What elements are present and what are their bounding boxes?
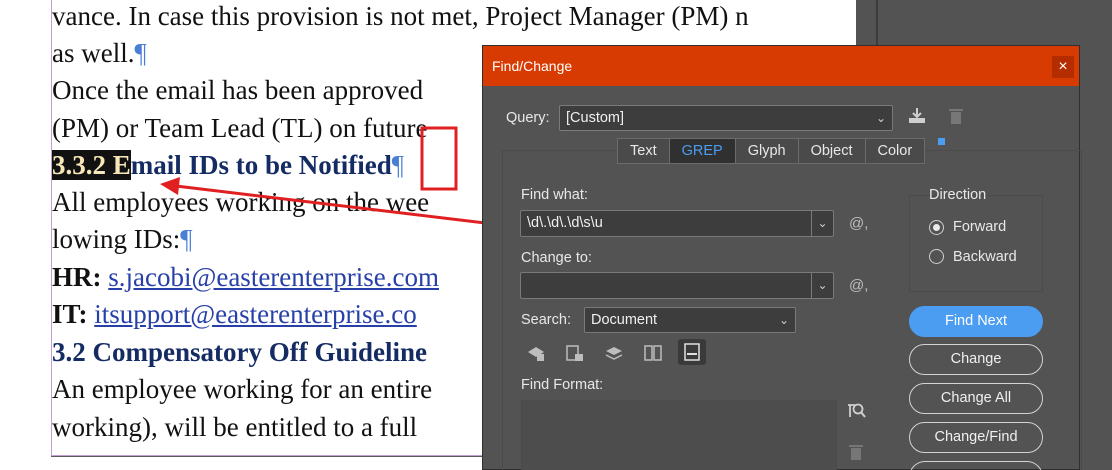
pilcrow-mark: ¶	[391, 150, 404, 180]
text-line: IT: itsupport@easterenterprise.co	[52, 298, 417, 330]
it-email-link[interactable]: itsupport@easterenterprise.co	[94, 299, 417, 329]
heading-line: 3.3.2 Email IDs to be Notified¶	[52, 149, 404, 181]
text-line: working), will be entitled to a full	[52, 412, 418, 442]
change-button[interactable]: Change	[909, 344, 1043, 375]
done-button[interactable]	[909, 461, 1043, 470]
find-what-field[interactable]: \d\.\d\.\d\s\u ⌄	[520, 210, 834, 237]
find-format-label: Find Format:	[521, 377, 604, 393]
special-characters-icon[interactable]: @,	[849, 215, 868, 232]
include-hidden-layers-icon[interactable]	[604, 344, 624, 362]
text-line: HR: s.jacobi@easterenterprise.com	[52, 261, 439, 293]
include-master-pages-icon[interactable]	[643, 344, 663, 362]
include-locked-stories-icon[interactable]	[565, 344, 585, 362]
search-scope-select[interactable]: Document ⌄	[584, 307, 796, 333]
find-next-button[interactable]: Find Next	[909, 306, 1043, 337]
chevron-down-icon: ⌄	[778, 313, 790, 327]
direction-label: Direction	[929, 187, 987, 203]
direction-group	[909, 195, 1043, 292]
include-locked-layers-icon[interactable]	[526, 344, 546, 362]
line-text: as well.	[52, 38, 135, 68]
focus-marker	[938, 138, 945, 145]
direction-backward-label[interactable]: Backward	[953, 249, 1017, 265]
find-what-value[interactable]: \d\.\d\.\d\s\u	[527, 215, 603, 231]
find-what-label: Find what:	[521, 187, 588, 203]
text-line: vance. In case this provision is not met…	[52, 1, 749, 31]
hr-email-link[interactable]: s.jacobi@easterenterprise.com	[108, 262, 439, 292]
tab-color[interactable]: Color	[866, 139, 925, 163]
special-characters-icon[interactable]: @,	[849, 277, 868, 294]
specify-format-icon[interactable]	[846, 402, 866, 420]
tab-object[interactable]: Object	[799, 139, 866, 163]
dialog-title: Find/Change	[492, 58, 573, 74]
clear-format-icon[interactable]	[846, 443, 866, 461]
text-line: All employees working on the wee	[52, 187, 430, 217]
heading-text: mail IDs to be Notified	[130, 150, 392, 180]
query-label: Query:	[506, 110, 550, 126]
text-line: Once the email has been approved	[52, 75, 424, 105]
delete-query-icon[interactable]	[946, 107, 966, 125]
query-select[interactable]: [Custom] ⌄	[559, 105, 893, 131]
tab-text[interactable]: Text	[618, 139, 670, 163]
chevron-down-icon: ⌄	[875, 111, 887, 125]
heading-line: 3.2 Compensatory Off Guideline	[52, 337, 427, 367]
query-value: [Custom]	[566, 110, 625, 126]
change-to-field[interactable]: ⌄	[520, 272, 834, 299]
selected-text[interactable]: 3.3.2 E	[52, 150, 131, 180]
search-label: Search:	[521, 312, 571, 328]
tab-grep[interactable]: GREP	[669, 139, 736, 163]
find-change-dialog[interactable]: Find/Change × Query: [Custom] ⌄ Text GRE…	[482, 45, 1082, 470]
direction-backward-radio[interactable]	[929, 249, 944, 264]
change-find-button[interactable]: Change/Find	[909, 422, 1043, 453]
direction-forward-label[interactable]: Forward	[953, 219, 1006, 235]
text-line: lowing IDs:¶	[52, 223, 192, 255]
save-query-icon[interactable]	[907, 107, 927, 125]
chevron-down-icon[interactable]: ⌄	[811, 273, 833, 298]
include-footnotes-icon	[684, 343, 700, 361]
page-margin	[0, 0, 51, 470]
text-line: as well.¶	[52, 37, 147, 69]
change-all-button[interactable]: Change All	[909, 383, 1043, 414]
include-footnotes-toggle[interactable]	[678, 339, 706, 365]
direction-forward-radio[interactable]	[929, 220, 944, 235]
it-label: IT:	[52, 299, 95, 329]
find-format-box[interactable]	[521, 400, 837, 470]
pilcrow-mark: ¶	[180, 224, 193, 254]
change-to-label: Change to:	[521, 250, 592, 266]
text-line: (PM) or Team Lead (TL) on future	[52, 113, 428, 143]
pilcrow-mark: ¶	[134, 38, 147, 68]
line-text: lowing IDs:	[52, 224, 181, 254]
search-scope-value: Document	[591, 312, 658, 328]
close-button[interactable]: ×	[1052, 56, 1074, 78]
hr-label: HR:	[52, 262, 109, 292]
search-type-tabs[interactable]: Text GREP Glyph Object Color	[617, 138, 926, 164]
chevron-down-icon[interactable]: ⌄	[811, 211, 833, 236]
dialog-titlebar[interactable]: Find/Change ×	[483, 46, 1079, 86]
text-line: An employee working for an entire	[52, 374, 433, 404]
tab-glyph[interactable]: Glyph	[736, 139, 799, 163]
